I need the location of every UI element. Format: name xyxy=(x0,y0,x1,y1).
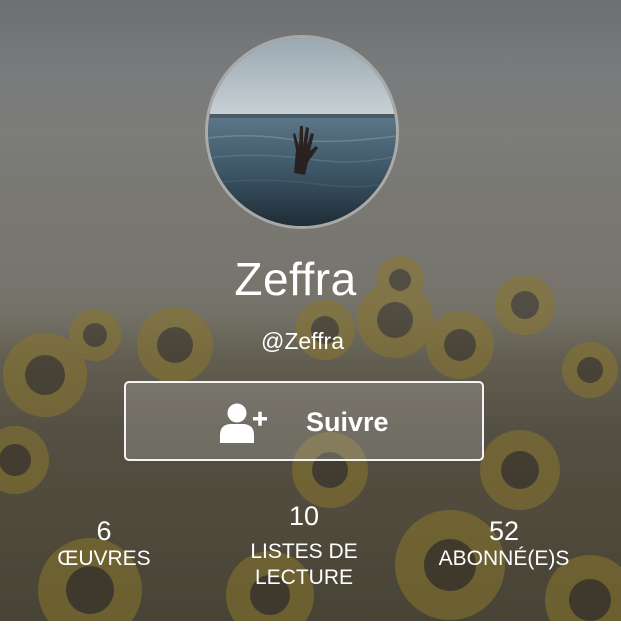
stat-reading-lists[interactable]: 10 LISTES DE LECTURE xyxy=(229,501,379,591)
stat-reading-lists-count: 10 xyxy=(288,501,320,531)
stat-works-count: 6 xyxy=(96,516,112,546)
avatar[interactable] xyxy=(205,35,399,229)
stat-reading-lists-label: LISTES DE LECTURE xyxy=(250,540,358,589)
follow-button[interactable]: Suivre xyxy=(124,381,484,461)
stat-works-label: ŒUVRES xyxy=(57,547,151,570)
add-user-icon xyxy=(220,403,267,443)
display-name: Zeffra xyxy=(234,253,357,305)
stat-followers-label: ABONNÉ(E)S xyxy=(438,547,570,570)
follow-button-label: Suivre xyxy=(306,407,389,437)
stat-followers[interactable]: 52 ABONNÉ(E)S xyxy=(424,516,584,572)
avatar-image xyxy=(208,38,396,226)
username: @Zeffra xyxy=(260,328,344,354)
stat-works[interactable]: 6 ŒUVRES xyxy=(44,516,164,572)
stat-followers-count: 52 xyxy=(488,516,520,546)
